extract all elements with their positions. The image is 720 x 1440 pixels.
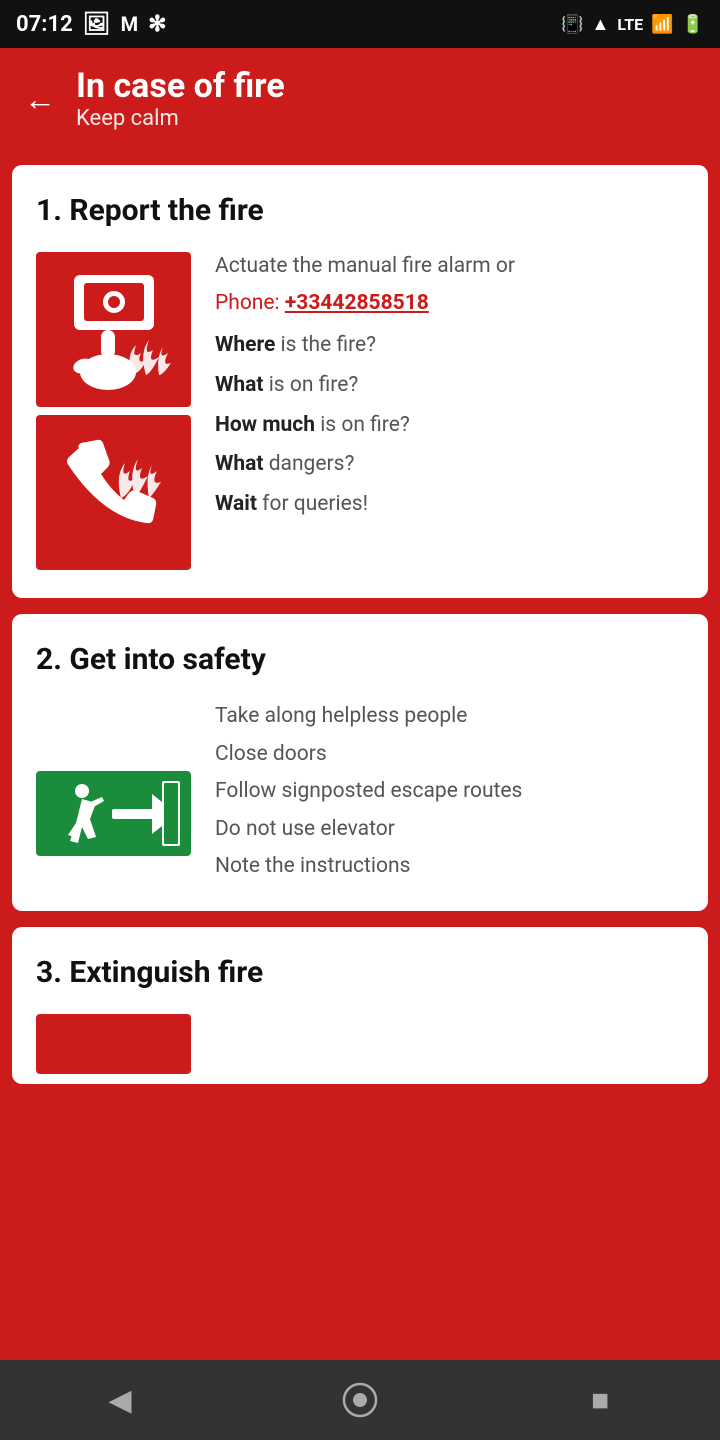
question-what1: What is on fire?: [215, 369, 684, 403]
main-content: 1. Report the fire: [0, 149, 720, 1360]
card-extinguish: 3. Extinguish fire: [12, 927, 708, 1084]
header: ← In case of fire Keep calm: [0, 48, 720, 149]
question-wait: Wait for queries!: [215, 488, 684, 522]
email-icon: M: [121, 12, 139, 36]
card-report-fire: 1. Report the fire: [12, 165, 708, 598]
lte-icon: LTE: [617, 15, 643, 34]
fire-phone-icon: [36, 415, 191, 570]
phone-label: Phone:: [215, 291, 285, 315]
recent-nav-button[interactable]: ■: [560, 1360, 640, 1440]
card-get-safety: 2. Get into safety: [12, 614, 708, 911]
safety-item-5: Note the instructions: [215, 851, 684, 883]
fire-alarm-icon: [36, 252, 191, 407]
question-what2: What dangers?: [215, 448, 684, 482]
exit-sign-icon: [36, 771, 191, 856]
phone-line: Phone: +33442858518: [215, 291, 684, 315]
page-title: In case of fire: [76, 66, 285, 106]
page-subtitle: Keep calm: [76, 106, 285, 131]
status-bar: 07:12 🖼 M ✻ 📳 ▲ LTE 📶 🔋: [0, 0, 720, 48]
back-button[interactable]: ←: [24, 83, 56, 115]
section1-title: 1. Report the fire: [36, 193, 684, 228]
status-time: 07:12: [16, 12, 73, 37]
report-description: Actuate the manual fire alarm or: [215, 252, 684, 281]
photo-icon: 🖼: [83, 12, 111, 37]
nav-bar: ◀ ■: [0, 1360, 720, 1440]
phone-number[interactable]: +33442858518: [285, 291, 429, 315]
section3-title: 3. Extinguish fire: [36, 955, 684, 990]
vibrate-icon: 📳: [561, 14, 583, 35]
safety-item-1: Take along helpless people: [215, 701, 684, 733]
back-nav-button[interactable]: ◀: [80, 1360, 160, 1440]
question-howmuch: How much is on fire?: [215, 409, 684, 443]
safety-item-4: Do not use elevator: [215, 814, 684, 846]
safety-item-2: Close doors: [215, 739, 684, 771]
wifi-icon: ▲: [592, 14, 610, 35]
signal-icon: 📶: [651, 14, 673, 35]
home-nav-button[interactable]: [320, 1360, 400, 1440]
safety-item-3: Follow signposted escape routes: [215, 776, 684, 808]
section2-title: 2. Get into safety: [36, 642, 684, 677]
question-where: Where is the fire?: [215, 329, 684, 363]
pinwheel-icon: ✻: [148, 12, 166, 37]
battery-icon: 🔋: [682, 14, 704, 35]
